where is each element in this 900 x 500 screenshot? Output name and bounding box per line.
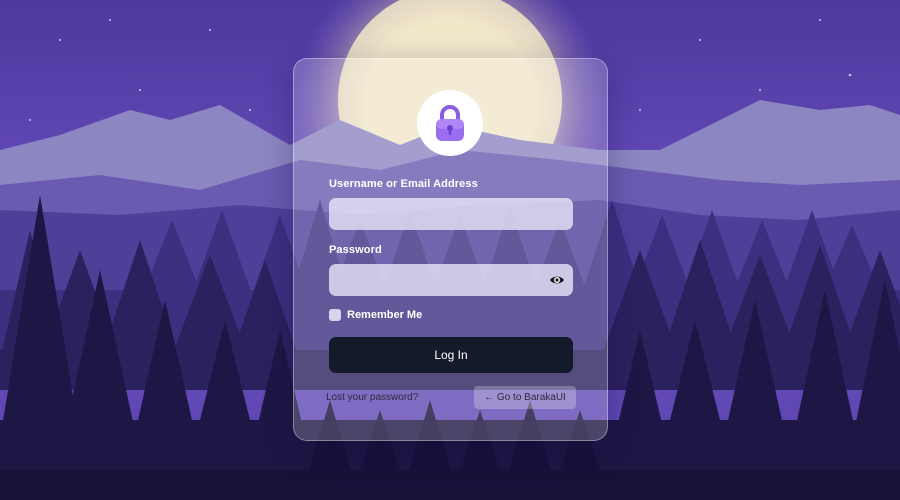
padlock-icon <box>436 105 464 141</box>
checkbox-box[interactable] <box>329 309 341 321</box>
logo <box>417 90 483 156</box>
password-input[interactable] <box>329 264 573 296</box>
lost-password-link[interactable]: Lost your password? <box>326 392 418 403</box>
eye-icon[interactable] <box>549 272 565 288</box>
login-button[interactable]: Log In <box>329 337 573 373</box>
password-label: Password <box>329 244 382 256</box>
login-card: Username or Email Address Password Remem… <box>293 58 608 441</box>
remember-me-label: Remember Me <box>347 309 423 321</box>
remember-me-checkbox[interactable]: Remember Me <box>329 309 422 321</box>
username-input[interactable] <box>329 198 573 230</box>
username-label: Username or Email Address <box>329 178 478 190</box>
password-field-wrapper <box>329 264 573 296</box>
back-to-site-button[interactable]: ← Go to BarakaUI <box>474 386 576 409</box>
